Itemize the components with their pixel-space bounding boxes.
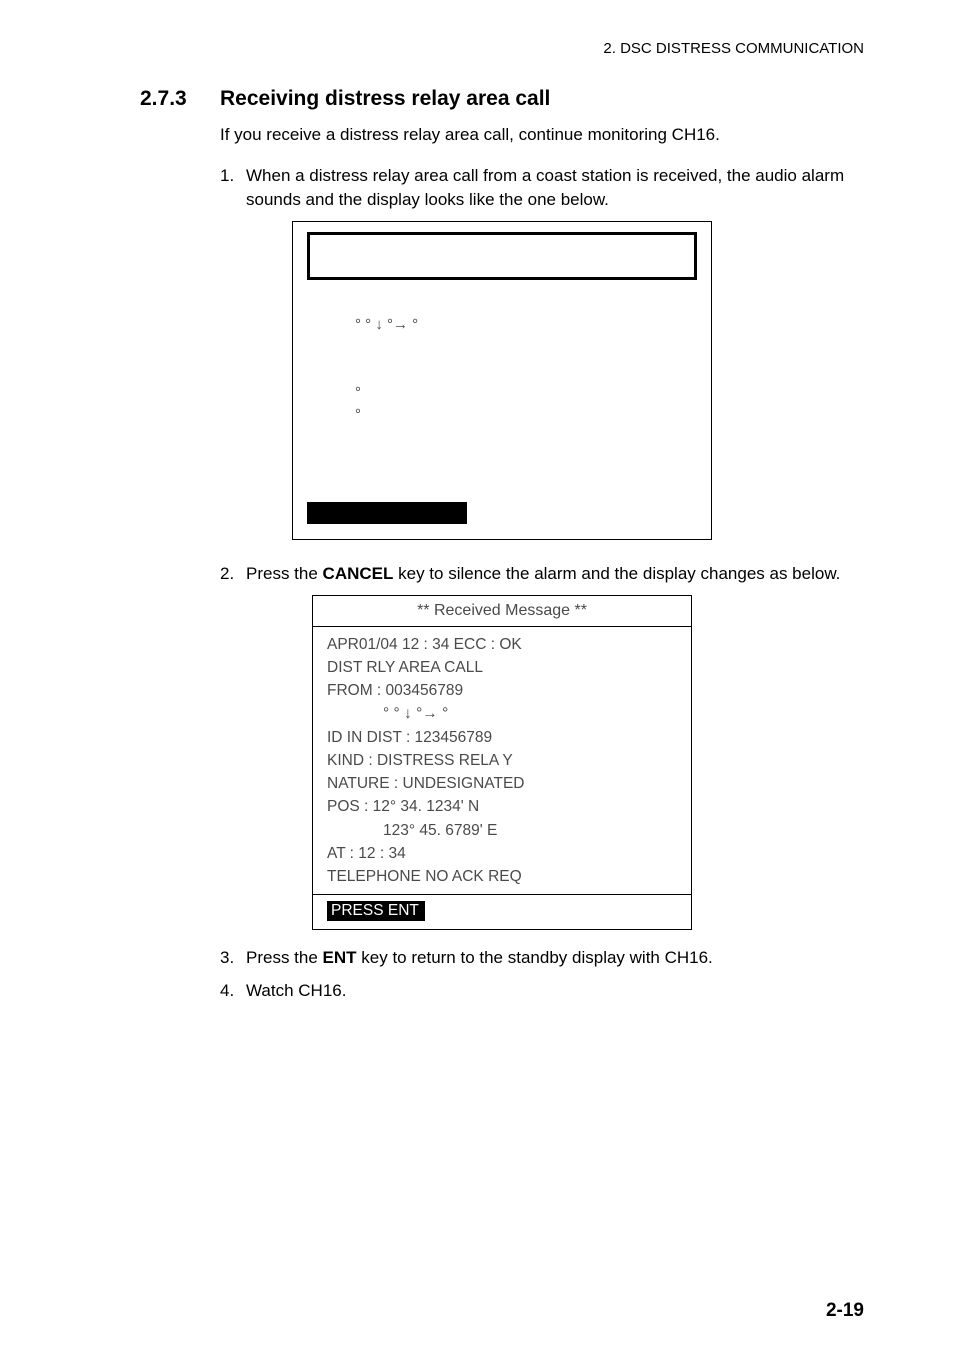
lcd2-line-2: DIST RLY AREA CALL <box>327 656 679 679</box>
step-text: When a distress relay area call from a c… <box>246 164 864 213</box>
lcd1-titlebar <box>307 232 697 280</box>
step-text: Watch CH16. <box>246 979 864 1004</box>
lcd2-line-3: FROM : 003456789 <box>327 679 679 702</box>
lcd2-line-9: 123° 45. 6789' E <box>383 819 679 842</box>
step-1: 1. When a distress relay area call from … <box>220 164 864 213</box>
lcd1-footer-bar <box>307 502 467 524</box>
section-number: 2.7.3 <box>140 87 220 111</box>
ent-key-label: ENT <box>323 948 357 967</box>
step3-before: Press the <box>246 948 323 967</box>
step-number: 2. <box>220 562 246 587</box>
step-text: Press the ENT key to return to the stand… <box>246 946 864 971</box>
section-heading: 2.7.3 Receiving distress relay area call <box>140 87 864 111</box>
lcd2-footer: PRESS ENT <box>313 895 691 929</box>
section-title: Receiving distress relay area call <box>220 87 550 111</box>
lcd2-line-11: TELEPHONE NO ACK REQ <box>327 865 679 888</box>
step-number: 3. <box>220 946 246 971</box>
press-ent-badge: PRESS ENT <box>327 901 425 921</box>
lcd2-line-5: ID IN DIST : 123456789 <box>327 726 679 749</box>
step-number: 4. <box>220 979 246 1004</box>
step-number: 1. <box>220 164 246 213</box>
cancel-key-label: CANCEL <box>323 564 394 583</box>
lcd1-body: ° ° ↓ °→ ° ° ° <box>307 290 697 500</box>
lcd2-line-8: POS : 12° 34. 1234' N <box>327 795 679 818</box>
lcd1-arrow-row: ° ° ↓ °→ ° <box>355 314 697 337</box>
step-2: 2. Press the CANCEL key to silence the a… <box>220 562 864 587</box>
lcd-panel-1: ° ° ↓ °→ ° ° ° <box>292 221 712 540</box>
step2-after: key to silence the alarm and the display… <box>393 564 840 583</box>
lcd2-title: ** Received Message ** <box>313 596 691 627</box>
lcd2-line-10: AT : 12 : 34 <box>327 842 679 865</box>
step2-before: Press the <box>246 564 323 583</box>
step-3: 3. Press the ENT key to return to the st… <box>220 946 864 971</box>
lcd2-body: APR01/04 12 : 34 ECC : OK DIST RLY AREA … <box>313 627 691 896</box>
step-text: Press the CANCEL key to silence the alar… <box>246 562 864 587</box>
lcd1-deg-row-1: ° <box>355 382 697 405</box>
lcd2-line-4: ° ° ↓ °→ ° <box>383 702 679 725</box>
running-header: 2. DSC DISTRESS COMMUNICATION <box>140 40 864 57</box>
page-number: 2-19 <box>826 1300 864 1322</box>
lcd-panel-2: ** Received Message ** APR01/04 12 : 34 … <box>312 595 692 931</box>
lcd1-footer <box>307 502 697 529</box>
lcd1-deg-row-2: ° <box>355 404 697 427</box>
lcd2-line-1: APR01/04 12 : 34 ECC : OK <box>327 633 679 656</box>
lcd2-line-6: KIND : DISTRESS RELA Y <box>327 749 679 772</box>
intro-paragraph: If you receive a distress relay area cal… <box>220 123 864 148</box>
step-4: 4. Watch CH16. <box>220 979 864 1004</box>
step3-after: key to return to the standby display wit… <box>357 948 713 967</box>
lcd2-line-7: NATURE : UNDESIGNATED <box>327 772 679 795</box>
